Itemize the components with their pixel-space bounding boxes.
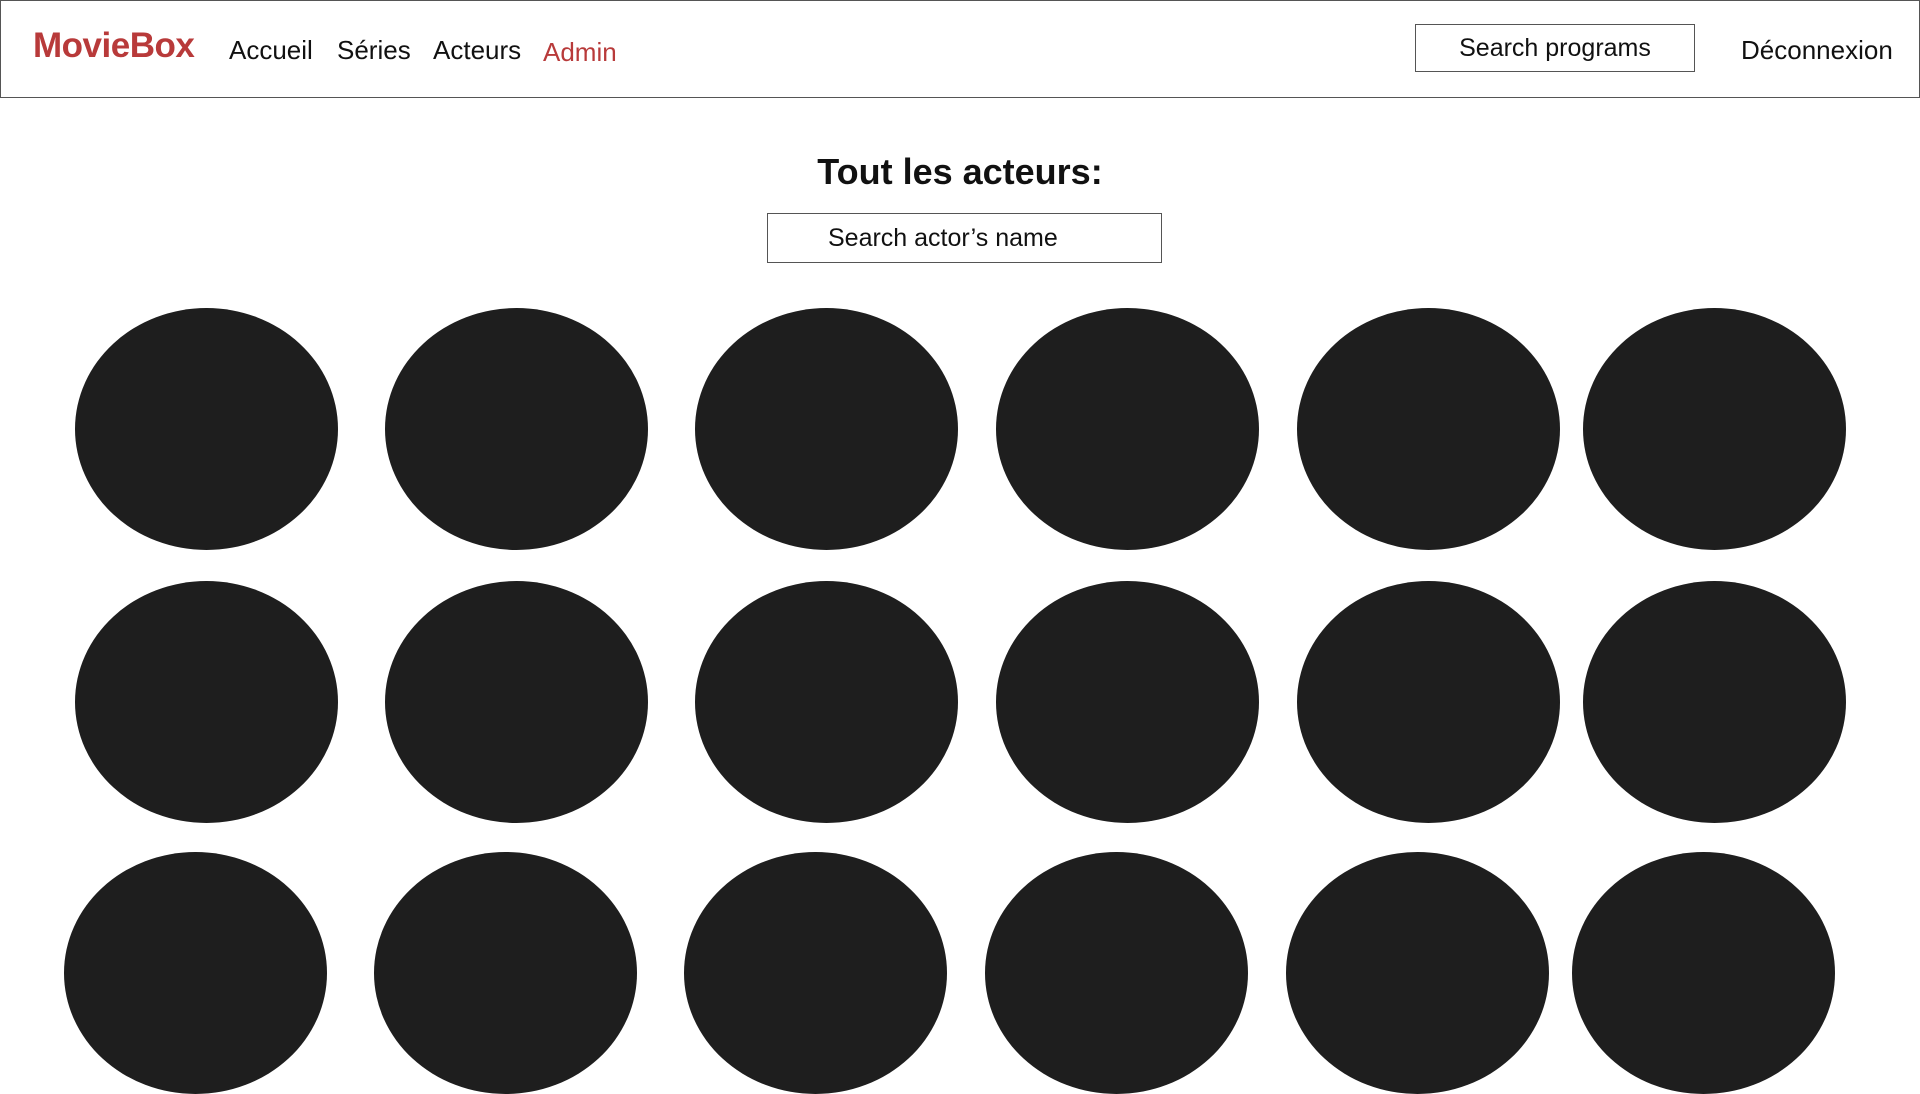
actor-avatar[interactable] bbox=[1297, 308, 1560, 550]
actor-avatar[interactable] bbox=[1583, 581, 1846, 823]
brand-logo[interactable]: MovieBox bbox=[33, 26, 195, 66]
actor-avatar[interactable] bbox=[985, 852, 1248, 1094]
actor-avatar[interactable] bbox=[684, 852, 947, 1094]
logout-link[interactable]: Déconnexion bbox=[1741, 34, 1893, 66]
actor-avatar[interactable] bbox=[695, 308, 958, 550]
actor-avatar[interactable] bbox=[75, 308, 338, 550]
search-programs-input[interactable] bbox=[1415, 24, 1695, 72]
actor-avatar[interactable] bbox=[385, 581, 648, 823]
actor-avatar[interactable] bbox=[374, 852, 637, 1094]
actor-avatar[interactable] bbox=[996, 308, 1259, 550]
nav-link-acteurs[interactable]: Acteurs bbox=[433, 34, 521, 66]
actor-avatar[interactable] bbox=[1572, 852, 1835, 1094]
actor-avatar[interactable] bbox=[996, 581, 1259, 823]
top-navbar: MovieBox Accueil Séries Acteurs Admin Dé… bbox=[0, 0, 1920, 98]
page-title: Tout les acteurs: bbox=[817, 151, 1103, 192]
actor-avatar[interactable] bbox=[1286, 852, 1549, 1094]
actor-avatar[interactable] bbox=[385, 308, 648, 550]
nav-link-series[interactable]: Séries bbox=[337, 34, 411, 66]
nav-link-admin[interactable]: Admin bbox=[543, 36, 617, 68]
search-actor-input[interactable] bbox=[767, 213, 1162, 263]
actor-avatar[interactable] bbox=[64, 852, 327, 1094]
nav-link-accueil[interactable]: Accueil bbox=[229, 34, 313, 66]
actor-avatar[interactable] bbox=[1583, 308, 1846, 550]
actor-avatar[interactable] bbox=[695, 581, 958, 823]
actor-avatar[interactable] bbox=[1297, 581, 1560, 823]
actor-avatar[interactable] bbox=[75, 581, 338, 823]
